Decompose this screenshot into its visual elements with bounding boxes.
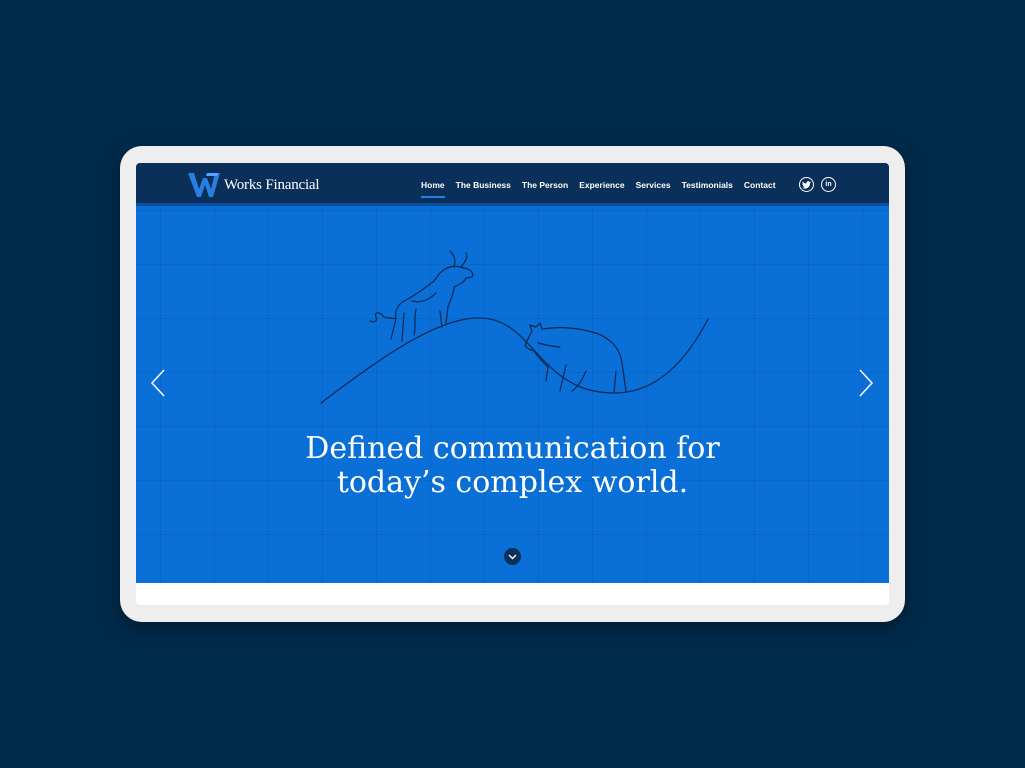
- bull-outline: [369, 250, 474, 342]
- scroll-down-button[interactable]: [504, 548, 521, 565]
- hero-headline-line2: today’s complex world.: [336, 465, 689, 500]
- hero-headline: Defined communication for today’s comple…: [136, 432, 889, 500]
- main-nav: Home The Business The Person Experience …: [421, 163, 787, 206]
- nav-experience[interactable]: Experience: [579, 163, 624, 206]
- nav-services[interactable]: Services: [636, 163, 671, 206]
- social-links: in: [799, 177, 843, 192]
- tablet-frame: Works Financial Home The Business The Pe…: [120, 146, 905, 622]
- hero-headline-line1: Defined communication for: [305, 431, 720, 466]
- nav-home[interactable]: Home: [421, 163, 445, 206]
- market-curve-line: [320, 317, 709, 404]
- nav-contact[interactable]: Contact: [744, 163, 776, 206]
- brand-name: Works Financial: [224, 176, 320, 193]
- website-screen: Works Financial Home The Business The Pe…: [136, 163, 889, 605]
- nav-the-person[interactable]: The Person: [522, 163, 568, 206]
- works-logo-icon: [188, 173, 220, 197]
- twitter-bird-icon: [802, 180, 811, 189]
- linkedin-icon[interactable]: in: [821, 177, 836, 192]
- hero-slider: Defined communication for today’s comple…: [136, 206, 889, 583]
- brand-logo[interactable]: Works Financial: [188, 173, 320, 197]
- twitter-icon[interactable]: [799, 177, 814, 192]
- previous-slide-arrow-icon[interactable]: [148, 368, 168, 398]
- chevron-down-icon: [508, 554, 517, 559]
- next-slide-arrow-icon[interactable]: [856, 368, 876, 398]
- bull-bear-market-illustration: [320, 250, 709, 404]
- nav-testimonials[interactable]: Testimonials: [682, 163, 733, 206]
- nav-the-business[interactable]: The Business: [456, 163, 511, 206]
- top-navbar: Works Financial Home The Business The Pe…: [136, 163, 889, 206]
